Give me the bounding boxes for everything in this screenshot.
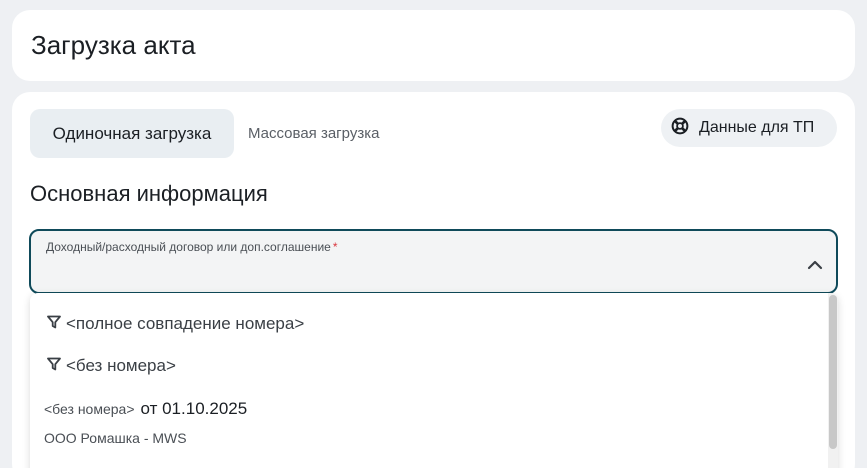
contract-select-label-text: Доходный/расходный договор или доп.согла… — [46, 240, 331, 254]
contract-list-item[interactable]: <без номера> от 01.10.2025 — [44, 399, 247, 419]
chevron-up-icon[interactable] — [807, 257, 823, 270]
contract-date: от 01.10.2025 — [140, 399, 248, 418]
option-exact-match[interactable]: <полное совпадение номера> — [47, 314, 304, 334]
lifebuoy-icon — [671, 117, 699, 140]
dropdown-scrollbar[interactable] — [828, 293, 838, 468]
option-no-number[interactable]: <без номера> — [47, 356, 176, 376]
scrollbar-thumb[interactable] — [829, 295, 837, 449]
option-exact-match-label: <полное совпадение номера> — [66, 314, 305, 333]
page-title: Загрузка акта — [31, 30, 196, 60]
tab-mass-upload[interactable]: Массовая загрузка — [248, 109, 379, 158]
contract-organization: ООО Ромашка - MWS — [44, 430, 187, 446]
contract-select[interactable]: Доходный/расходный договор или доп.согла… — [29, 229, 838, 294]
section-title: Основная информация — [30, 181, 268, 206]
contract-dropdown: <полное совпадение номера> <без номера> … — [30, 293, 838, 468]
header-card: Загрузка акта — [12, 10, 855, 81]
filter-icon — [47, 314, 66, 334]
tab-single-upload[interactable]: Одиночная загрузка — [30, 109, 234, 158]
required-mark: * — [332, 240, 338, 254]
support-data-label: Данные для ТП — [699, 119, 815, 136]
contract-number: <без номера> — [44, 401, 135, 417]
contract-select-label: Доходный/расходный договор или доп.согла… — [46, 240, 338, 254]
option-no-number-label: <без номера> — [66, 356, 176, 375]
filter-icon — [47, 356, 66, 376]
support-data-button[interactable]: Данные для ТП — [661, 109, 837, 147]
